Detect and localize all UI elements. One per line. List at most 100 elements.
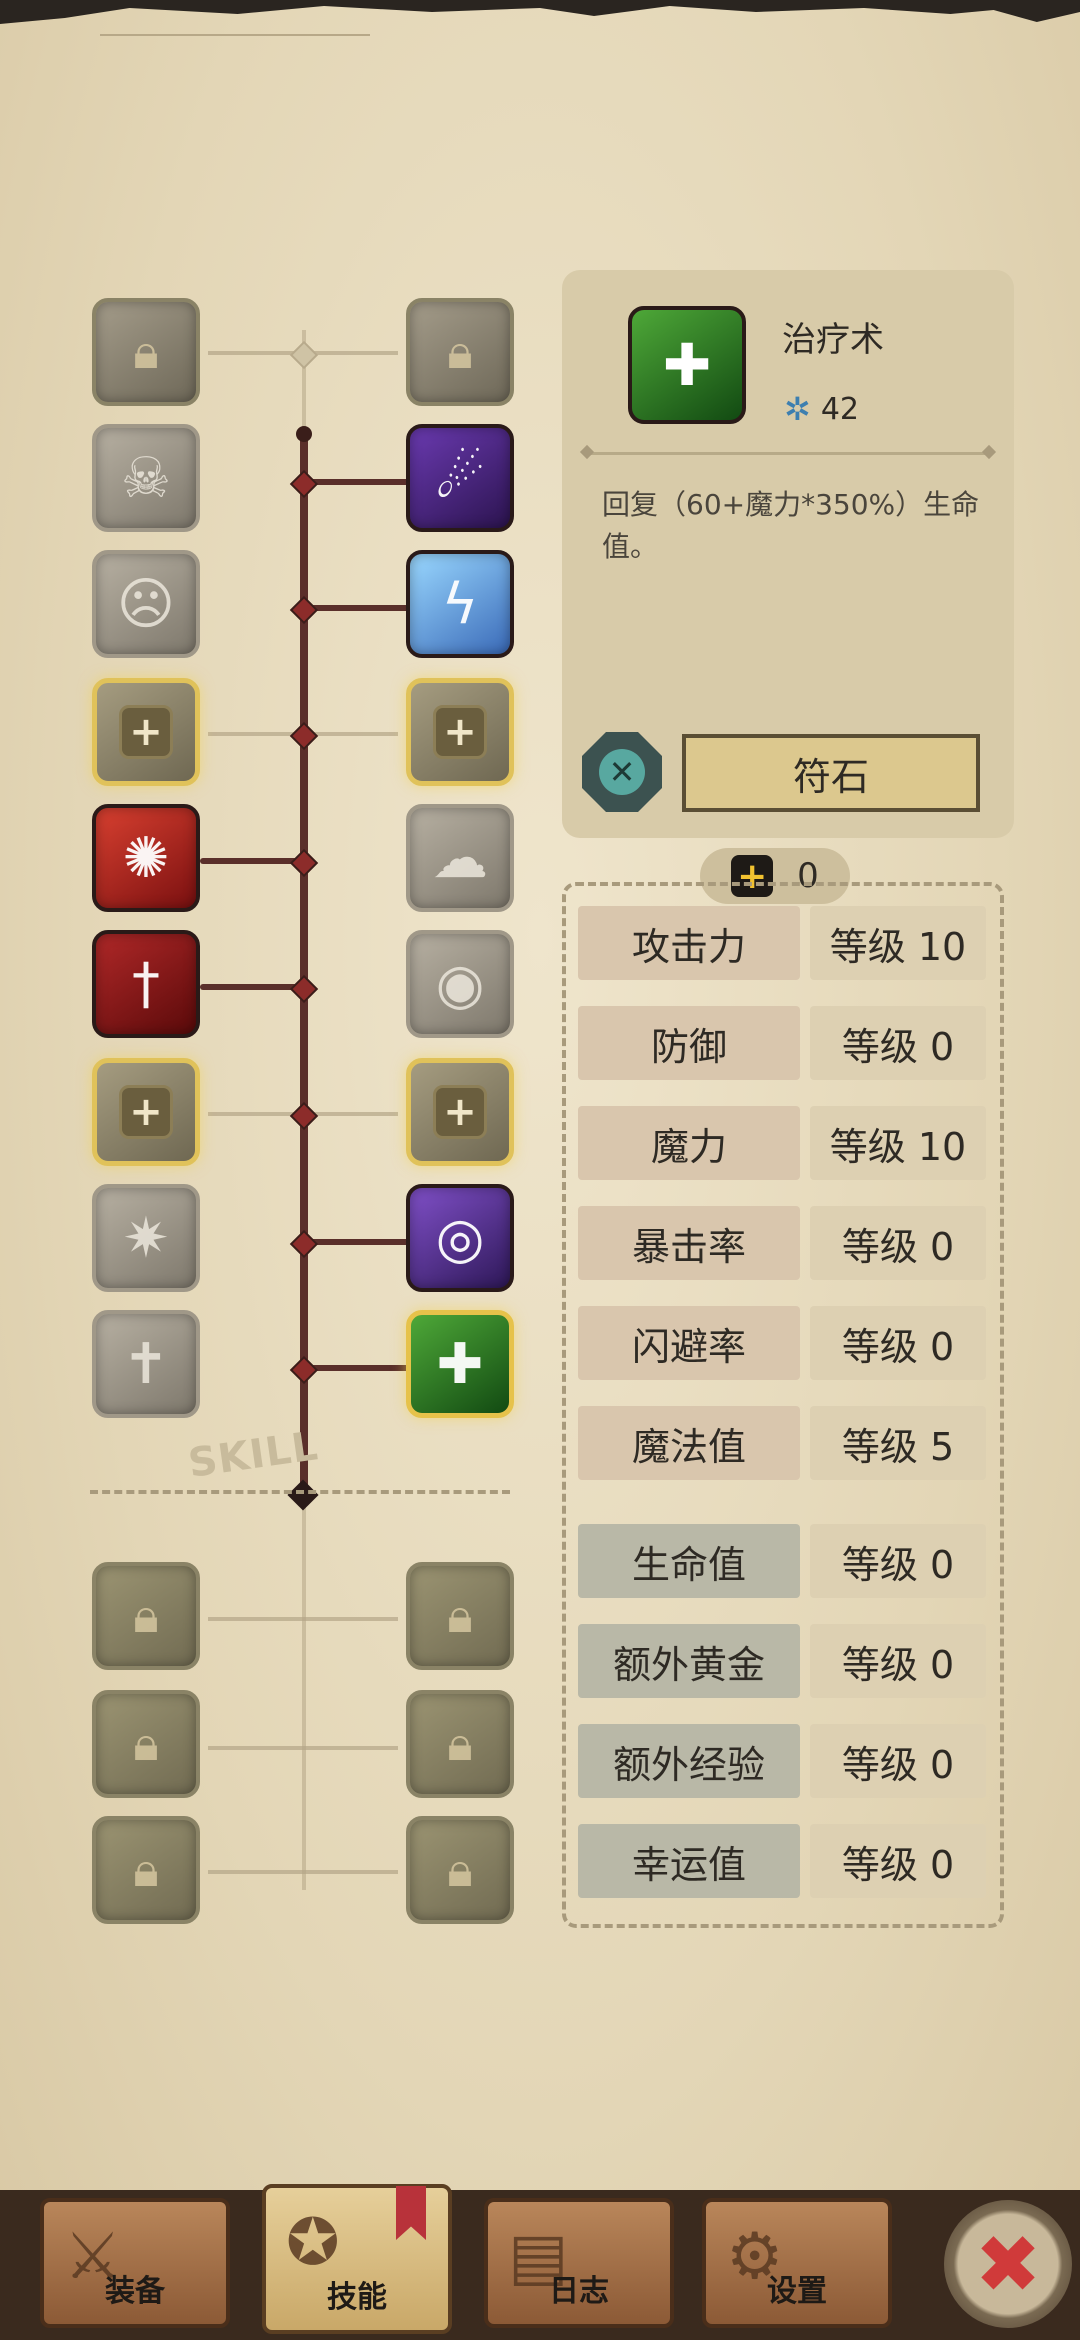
lock-icon: 🔒︎ xyxy=(447,1715,473,1772)
mana-cost: ✲ 42 xyxy=(784,390,859,428)
attribute-row[interactable]: 生命值 等级 0 xyxy=(578,1524,986,1604)
attribute-row[interactable]: 防御 等级 0 xyxy=(578,1006,986,1086)
attribute-label: 闪避率 xyxy=(578,1306,800,1380)
skill-tile-shadow-claw[interactable]: ☄ xyxy=(406,424,514,532)
attribute-row[interactable]: 幸运值 等级 0 xyxy=(578,1824,986,1904)
skill-tile-vortex[interactable]: ◎ xyxy=(406,1184,514,1292)
lock-icon: 🔒︎ xyxy=(447,1587,473,1644)
nav-label-log: 日志 xyxy=(549,2274,609,2309)
attribute-row[interactable]: 额外黄金 等级 0 xyxy=(578,1624,986,1704)
skill-tile-lightning[interactable]: ϟ xyxy=(406,550,514,658)
plus-icon: + xyxy=(119,1085,173,1139)
skill-ring-icon: ✪ xyxy=(286,2206,340,2280)
lock-icon: 🔒︎ xyxy=(133,1587,159,1644)
heal-icon: ✚ xyxy=(662,331,712,399)
skill-slot-empty[interactable]: + xyxy=(92,1058,200,1166)
attribute-level: 等级 0 xyxy=(810,1006,986,1080)
dagger-icon: † xyxy=(132,951,160,1017)
attribute-level: 等级 0 xyxy=(810,1624,986,1698)
skill-tile-locked[interactable]: 🔒︎ xyxy=(92,298,200,406)
skill-tile-storm[interactable]: ☁ xyxy=(406,804,514,912)
skill-spine xyxy=(300,430,308,1496)
attribute-row[interactable]: 魔力 等级 10 xyxy=(578,1106,986,1186)
attribute-label: 防御 xyxy=(578,1006,800,1080)
attribute-label: 额外黄金 xyxy=(578,1624,800,1698)
rune-button[interactable]: 符石 xyxy=(682,734,980,812)
lock-icon: 🔒︎ xyxy=(133,1715,159,1772)
shatter-icon: ✷ xyxy=(122,1205,170,1271)
attribute-label: 魔法值 xyxy=(578,1406,800,1480)
skill-tile-shatter[interactable]: ✷ xyxy=(92,1184,200,1292)
skill-tile-locked[interactable]: 🔒︎ xyxy=(406,1816,514,1924)
skill-tile-locked[interactable]: 🔒︎ xyxy=(92,1690,200,1798)
cross-sword-icon: ✝ xyxy=(122,1331,170,1397)
attribute-level: 等级 0 xyxy=(810,1306,986,1380)
lock-icon: 🔒︎ xyxy=(447,323,473,380)
attribute-row[interactable]: 攻击力 等级 10 xyxy=(578,906,986,986)
rune-x-icon: ✕ xyxy=(599,749,645,795)
attribute-row[interactable]: 暴击率 等级 0 xyxy=(578,1206,986,1286)
branch-line xyxy=(304,479,412,485)
branch-line xyxy=(200,858,304,864)
close-button[interactable]: ✖ xyxy=(944,2200,1072,2328)
shadow-claw-icon: ☄ xyxy=(434,445,486,511)
attribute-level: 等级 10 xyxy=(810,1106,986,1180)
skill-tile-locked[interactable]: 🔒︎ xyxy=(92,1816,200,1924)
nav-label-skills: 技能 xyxy=(327,2280,387,2315)
attribute-label: 暴击率 xyxy=(578,1206,800,1280)
skill-tile-locked[interactable]: 🔒︎ xyxy=(406,1690,514,1798)
nav-label-equipment: 装备 xyxy=(105,2274,165,2309)
skill-tile-blood-slash[interactable]: ✺ xyxy=(92,804,200,912)
attribute-label: 额外经验 xyxy=(578,1724,800,1798)
vortex-icon: ◎ xyxy=(435,1205,485,1271)
lightning-icon: ϟ xyxy=(441,571,479,637)
attribute-row[interactable]: 魔法值 等级 5 xyxy=(578,1406,986,1486)
skill-tile-scream[interactable]: ☹ xyxy=(92,550,200,658)
row-guide xyxy=(208,1746,398,1750)
skill-slot-empty[interactable]: + xyxy=(406,678,514,786)
storm-icon: ☁ xyxy=(432,825,488,891)
lock-icon: 🔒︎ xyxy=(133,323,159,380)
skill-slot-empty[interactable]: + xyxy=(406,1058,514,1166)
branch-line xyxy=(304,605,412,611)
skill-tile-locked[interactable]: 🔒︎ xyxy=(92,1562,200,1670)
attribute-level: 等级 0 xyxy=(810,1824,986,1898)
locked-separator xyxy=(90,1490,510,1494)
skill-tile-cross-sword[interactable]: ✝ xyxy=(92,1310,200,1418)
skill-tile-locked[interactable]: 🔒︎ xyxy=(406,298,514,406)
top-divider xyxy=(100,34,370,36)
attribute-label: 幸运值 xyxy=(578,1824,800,1898)
plus-icon: + xyxy=(433,1085,487,1139)
attribute-level: 等级 10 xyxy=(810,906,986,980)
nav-tab-log[interactable]: ▤ 日志 xyxy=(484,2198,674,2328)
lock-icon: 🔒︎ xyxy=(447,1841,473,1898)
branch-line xyxy=(304,1239,412,1245)
skill-tile-dagger[interactable]: † xyxy=(92,930,200,1038)
attribute-label: 攻击力 xyxy=(578,906,800,980)
skill-description: 回复（60+魔力*350%）生命值。 xyxy=(602,488,980,563)
skill-slot-empty[interactable]: + xyxy=(92,678,200,786)
skill-tile-bone-strike[interactable]: ☠ xyxy=(92,424,200,532)
skill-tile-locked[interactable]: 🔒︎ xyxy=(406,1562,514,1670)
detail-divider xyxy=(586,452,990,455)
branch-line xyxy=(304,1365,412,1371)
close-icon: ✖ xyxy=(974,2217,1042,2311)
attribute-row[interactable]: 闪避率 等级 0 xyxy=(578,1306,986,1386)
lock-icon: 🔒︎ xyxy=(133,1841,159,1898)
row-guide xyxy=(208,1617,398,1621)
attribute-label: 生命值 xyxy=(578,1524,800,1598)
nav-tab-equipment[interactable]: ⚔ 装备 xyxy=(40,2198,230,2328)
bone-strike-icon: ☠ xyxy=(120,445,172,511)
attribute-level: 等级 0 xyxy=(810,1724,986,1798)
skill-tile-heal-selected[interactable]: ✚ xyxy=(406,1310,514,1418)
nav-label-settings: 设置 xyxy=(767,2274,827,2309)
plus-icon: + xyxy=(119,705,173,759)
eye-burst-icon: ◉ xyxy=(435,951,485,1017)
skill-tile-eye-burst[interactable]: ◉ xyxy=(406,930,514,1038)
scream-icon: ☹ xyxy=(116,571,176,637)
attribute-row[interactable]: 额外经验 等级 0 xyxy=(578,1724,986,1804)
attribute-level: 等级 5 xyxy=(810,1406,986,1480)
rune-slot[interactable]: ✕ xyxy=(582,732,662,812)
nav-tab-settings[interactable]: ⚙ 设置 xyxy=(702,2198,892,2328)
mana-icon: ✲ xyxy=(784,390,811,428)
